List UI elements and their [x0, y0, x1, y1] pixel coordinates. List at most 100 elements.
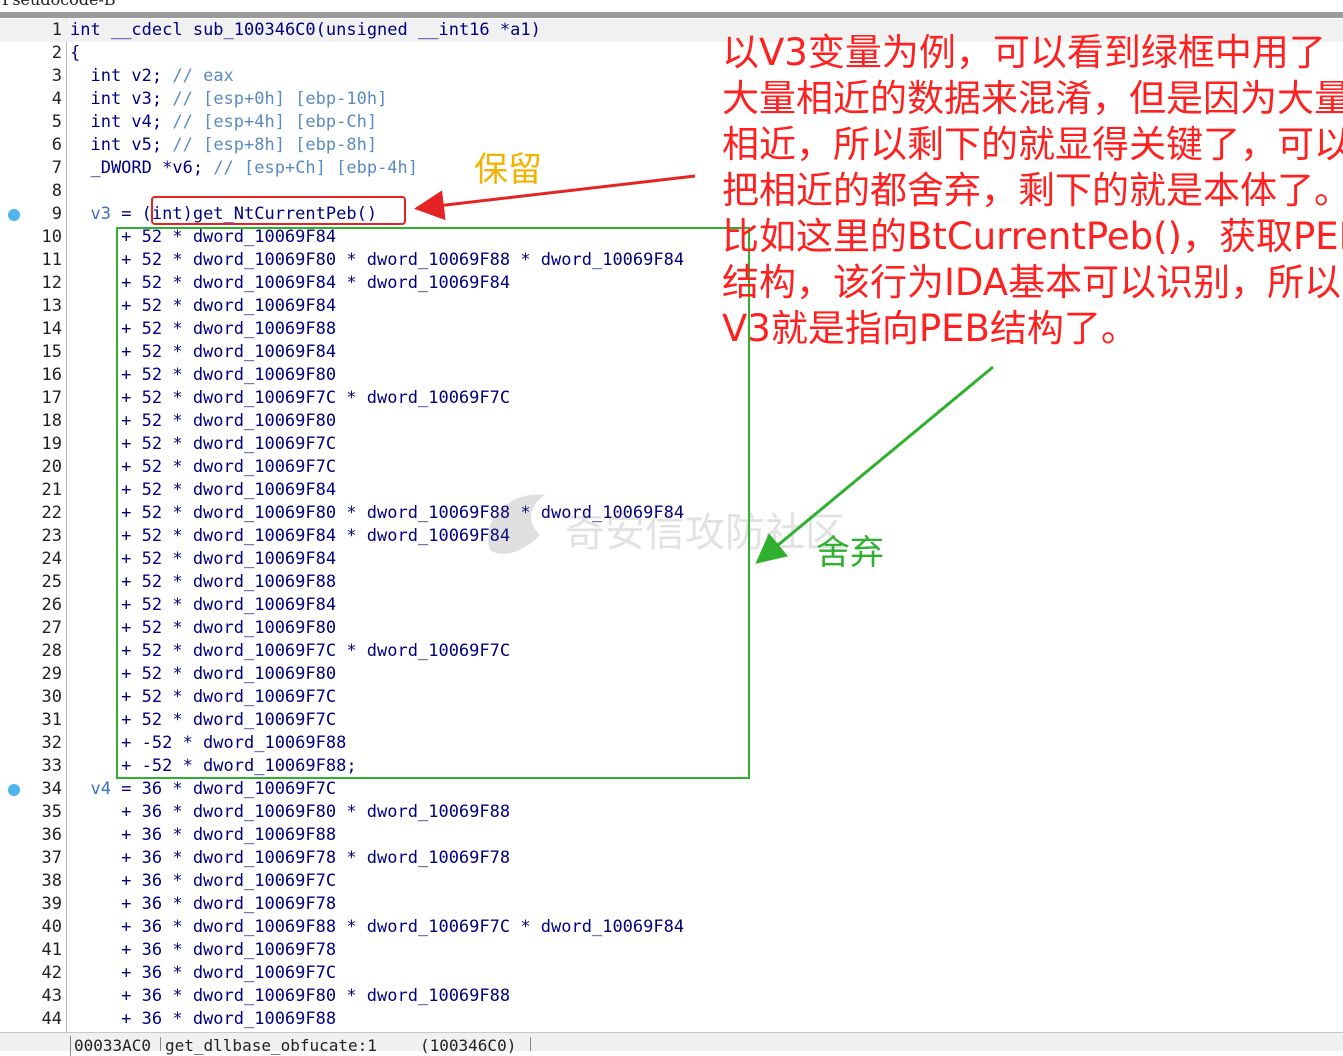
- status-bar: 00033AC0 get_dllbase_obfucate:1 (100346C…: [0, 1032, 1343, 1056]
- code-text[interactable]: + 36 * dword_10069F78 * dword_10069F78: [70, 847, 510, 870]
- code-text[interactable]: + 36 * dword_10069F7C: [70, 870, 336, 893]
- code-token: _DWORD: [70, 158, 152, 178]
- window-title: Pseudocode-B: [2, 0, 116, 9]
- keep-label: 保留: [474, 150, 542, 190]
- code-line[interactable]: 39 + 36 * dword_10069F78: [0, 893, 1343, 916]
- code-text[interactable]: + 36 * dword_10069F78: [70, 893, 336, 916]
- line-number: 13: [41, 296, 62, 316]
- code-text[interactable]: int v3; // [esp+0h] [ebp-10h]: [70, 88, 387, 111]
- code-text[interactable]: int __cdecl sub_100346C0(unsigned __int1…: [70, 19, 541, 42]
- code-line[interactable]: 38 + 36 * dword_10069F7C: [0, 870, 1343, 893]
- line-number: 31: [41, 710, 62, 730]
- line-number: 5: [51, 112, 62, 132]
- line-number: 30: [41, 687, 62, 707]
- line-number: 23: [41, 526, 62, 546]
- code-text[interactable]: + 36 * dword_10069F88: [70, 824, 336, 847]
- line-number: 17: [41, 388, 62, 408]
- status-function: get_dllbase_obfucate:1: [165, 1036, 377, 1055]
- code-text[interactable]: {: [70, 42, 80, 65]
- line-number: 37: [41, 848, 62, 868]
- line-number: 41: [41, 940, 62, 960]
- code-token: + 36 * dword_10069F88 * dword_10069F7C *…: [70, 917, 685, 937]
- code-token: // [esp+0h] [ebp-10h]: [172, 89, 388, 109]
- code-token: v4: [70, 779, 111, 799]
- code-token: v5;: [121, 135, 173, 155]
- code-token: v3: [70, 204, 111, 224]
- code-line[interactable]: 42 + 36 * dword_10069F7C: [0, 962, 1343, 985]
- code-line[interactable]: 34 v4 = 36 * dword_10069F7C: [0, 778, 1343, 801]
- line-number: 36: [41, 825, 62, 845]
- status-separator: [530, 1037, 531, 1051]
- code-token: v3;: [121, 89, 173, 109]
- code-token: v4;: [121, 112, 173, 132]
- note-line: V3就是指向PEB结构了。: [722, 307, 1138, 350]
- code-text[interactable]: + 36 * dword_10069F80 * dword_10069F88: [70, 801, 510, 824]
- line-number: 4: [51, 89, 62, 109]
- line-number: 34: [41, 779, 62, 799]
- line-number: 14: [41, 319, 62, 339]
- code-text[interactable]: int v5; // [esp+8h] [ebp-8h]: [70, 134, 377, 157]
- line-number: 18: [41, 411, 62, 431]
- code-line[interactable]: 43 + 36 * dword_10069F80 * dword_10069F8…: [0, 985, 1343, 1008]
- code-line[interactable]: 41 + 36 * dword_10069F78: [0, 939, 1343, 962]
- line-number: 44: [41, 1009, 62, 1029]
- code-token: {: [70, 43, 81, 63]
- code-token: = 36 * dword_10069F7C: [110, 779, 337, 799]
- line-number: 35: [41, 802, 62, 822]
- line-number: 26: [41, 595, 62, 615]
- code-token: __cdecl sub_100346C0(unsigned __int16 *a…: [100, 20, 541, 40]
- code-token: int: [70, 112, 122, 132]
- line-number: 10: [41, 227, 62, 247]
- line-number: 7: [51, 158, 62, 178]
- line-number: 20: [41, 457, 62, 477]
- code-text[interactable]: int v2; // eax: [70, 65, 234, 88]
- line-number: 33: [41, 756, 62, 776]
- code-text[interactable]: + 36 * dword_10069F7C: [70, 962, 336, 985]
- status-separator: [160, 1037, 161, 1051]
- line-number: 1: [51, 20, 62, 40]
- line-number: 24: [41, 549, 62, 569]
- note-line: 把相近的都舍弃，剩下的就是本体了。: [722, 169, 1343, 212]
- status-ea: (100346C0): [420, 1036, 517, 1055]
- line-number: 42: [41, 963, 62, 983]
- line-number: 9: [51, 204, 62, 224]
- code-text[interactable]: + 36 * dword_10069F80 * dword_10069F88: [70, 985, 510, 1008]
- code-token: // [esp+4h] [ebp-Ch]: [172, 112, 378, 132]
- code-token: int: [70, 20, 101, 40]
- code-token: + 36 * dword_10069F78: [70, 940, 337, 960]
- code-line[interactable]: 44 + 36 * dword_10069F88: [0, 1008, 1343, 1031]
- code-token: // [esp+8h] [ebp-8h]: [172, 135, 378, 155]
- window-titlebar: Pseudocode-B: [0, 0, 1343, 12]
- discard-highlight-box: [116, 227, 750, 779]
- code-text[interactable]: + 36 * dword_10069F88 * dword_10069F7C *…: [70, 916, 684, 939]
- line-number: 43: [41, 986, 62, 1006]
- code-token: + 36 * dword_10069F80 * dword_10069F88: [70, 802, 511, 822]
- code-text[interactable]: + 36 * dword_10069F88: [70, 1008, 336, 1031]
- code-text[interactable]: int v4; // [esp+4h] [ebp-Ch]: [70, 111, 377, 134]
- code-line[interactable]: 37 + 36 * dword_10069F78 * dword_10069F7…: [0, 847, 1343, 870]
- code-token: // eax: [172, 66, 234, 86]
- line-number: 21: [41, 480, 62, 500]
- code-line[interactable]: 36 + 36 * dword_10069F88: [0, 824, 1343, 847]
- code-token: // [esp+Ch] [ebp-4h]: [213, 158, 419, 178]
- line-number: 39: [41, 894, 62, 914]
- note-line: 相近，所以剩下的就显得关键了，可以: [722, 123, 1343, 166]
- code-text[interactable]: _DWORD *v6; // [esp+Ch] [ebp-4h]: [70, 157, 418, 180]
- code-token: + 36 * dword_10069F7C: [70, 963, 337, 983]
- code-line[interactable]: 40 + 36 * dword_10069F88 * dword_10069F7…: [0, 916, 1343, 939]
- code-text[interactable]: + 36 * dword_10069F78: [70, 939, 336, 962]
- code-line[interactable]: 35 + 36 * dword_10069F80 * dword_10069F8…: [0, 801, 1343, 824]
- line-number: 19: [41, 434, 62, 454]
- code-text[interactable]: v4 = 36 * dword_10069F7C: [70, 778, 336, 801]
- line-number: 22: [41, 503, 62, 523]
- note-line: 比如这里的BtCurrentPeb()，获取PEB: [722, 215, 1343, 258]
- note-line: 大量相近的数据来混淆，但是因为大量: [722, 77, 1343, 120]
- line-number: 6: [51, 135, 62, 155]
- code-token: *v6;: [151, 158, 214, 178]
- code-token: v2;: [121, 66, 173, 86]
- code-token: + 36 * dword_10069F78 * dword_10069F78: [70, 848, 511, 868]
- line-number: 16: [41, 365, 62, 385]
- code-token: + 36 * dword_10069F78: [70, 894, 337, 914]
- code-token: int: [70, 89, 122, 109]
- line-number: 15: [41, 342, 62, 362]
